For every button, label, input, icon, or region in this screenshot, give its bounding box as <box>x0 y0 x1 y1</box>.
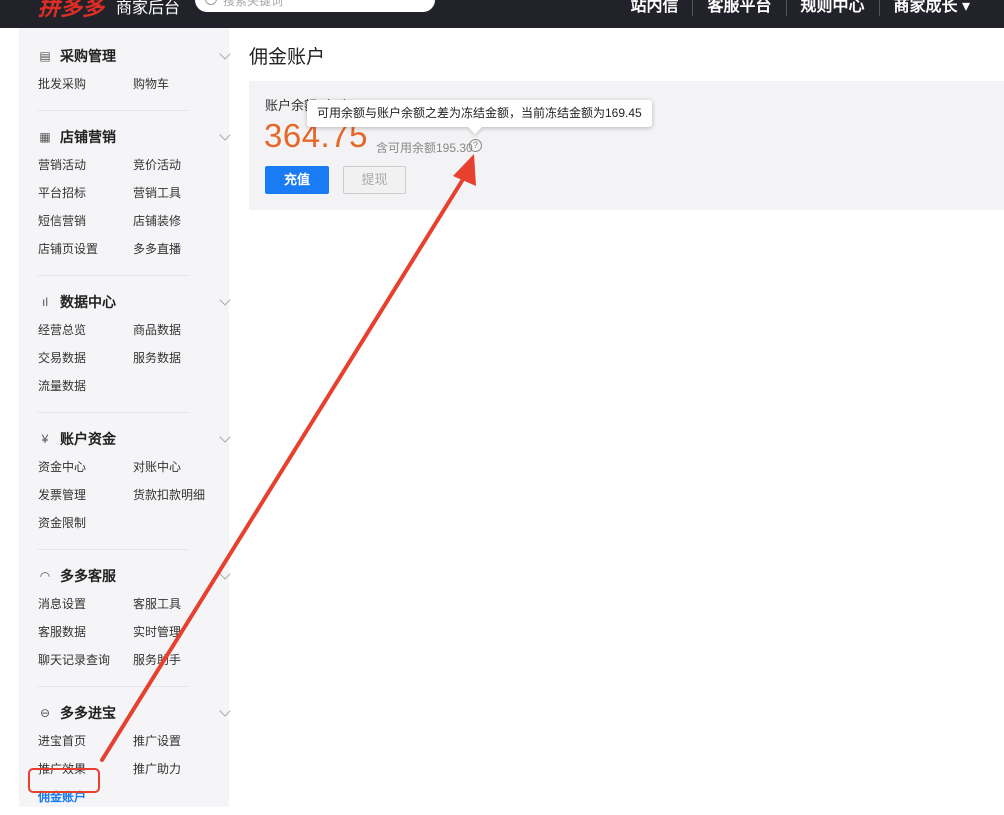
basket-icon: ⊖ <box>39 706 51 720</box>
sidebar-item[interactable]: 交易数据 <box>38 348 133 376</box>
search-input[interactable]: 搜索关键词 <box>223 0 283 9</box>
divider <box>38 275 188 276</box>
group-header[interactable]: ıl 数据中心 <box>38 284 231 320</box>
sidebar-item[interactable]: 店铺页设置 <box>38 239 133 267</box>
top-nav: 站内信 客服平台 规则中心 商家成长 ▾ <box>616 0 984 16</box>
available-balance-text: 含可用余额195.30 <box>376 141 473 155</box>
top-navigation-bar: 拼多多 商家后台 搜索关键词 站内信 客服平台 规则中心 商家成长 ▾ <box>0 0 1004 28</box>
group-title: 账户资金 <box>60 431 116 447</box>
purchase-icon: ▤ <box>39 49 51 63</box>
sidebar-group-account-funds: ¥ 账户资金 资金中心 对账中心 发票管理 货款扣款明细 资金限制 <box>19 421 231 541</box>
sidebar-group-duoduo-jinbao: ⊖ 多多进宝 进宝首页 推广设置 推广效果 推广助力 佣金账户 <box>19 695 231 815</box>
sidebar-group-purchase: ▤ 采购管理 批发采购 购物车 <box>19 38 231 102</box>
frozen-amount-tooltip: 可用余额与账户余额之差为冻结金额，当前冻结金额为169.45 <box>307 100 652 127</box>
chevron-down-icon[interactable] <box>219 568 231 580</box>
question-mark-icon[interactable]: ? <box>469 139 482 152</box>
chevron-down-icon[interactable] <box>219 431 231 443</box>
sidebar-group-marketing: ▦ 店铺营销 营销活动 竞价活动 平台招标 营销工具 短信营销 店铺装修 店铺页… <box>19 119 231 267</box>
chart-bars-icon: ıl <box>42 295 48 309</box>
sidebar-item[interactable]: 进宝首页 <box>38 731 133 759</box>
sidebar-item[interactable]: 服务助手 <box>133 650 228 678</box>
sidebar-item[interactable]: 客服数据 <box>38 622 133 650</box>
sidebar-item[interactable]: 聊天记录查询 <box>38 650 133 678</box>
group-title: 多多客服 <box>60 568 116 584</box>
sidebar-item[interactable]: 营销工具 <box>133 183 228 211</box>
divider <box>38 110 188 111</box>
group-title: 采购管理 <box>60 48 116 64</box>
sidebar-item[interactable]: 对账中心 <box>133 457 228 485</box>
group-header[interactable]: ¥ 账户资金 <box>38 421 231 457</box>
group-title: 店铺营销 <box>60 129 116 145</box>
brand-logo[interactable]: 拼多多 <box>38 0 104 22</box>
search-box[interactable]: 搜索关键词 <box>195 0 435 12</box>
divider <box>38 549 188 550</box>
sidebar: ▤ 采购管理 批发采购 购物车 ▦ 店铺营销 营销活动 竞价活动 平台招标 营销… <box>19 28 231 807</box>
sidebar-item[interactable]: 资金中心 <box>38 457 133 485</box>
page-title: 佣金账户 <box>249 47 326 68</box>
chevron-down-icon[interactable] <box>219 705 231 717</box>
sidebar-item[interactable]: 推广设置 <box>133 731 228 759</box>
group-header[interactable]: ▤ 采购管理 <box>38 38 231 74</box>
sidebar-item[interactable]: 多多直播 <box>133 239 228 267</box>
nav-rules-center[interactable]: 规则中心 <box>785 0 879 16</box>
withdraw-button[interactable]: 提现 <box>343 166 406 194</box>
sidebar-group-customer-service: ◠ 多多客服 消息设置 客服工具 客服数据 实时管理 聊天记录查询 服务助手 <box>19 558 231 678</box>
sidebar-item[interactable]: 推广助力 <box>133 759 228 787</box>
yen-circle-icon: ¥ <box>41 432 49 446</box>
divider <box>38 686 188 687</box>
group-title: 数据中心 <box>60 294 116 310</box>
sidebar-item[interactable]: 经营总览 <box>38 320 133 348</box>
divider <box>38 412 188 413</box>
sidebar-item[interactable]: 资金限制 <box>38 513 133 541</box>
chevron-down-icon[interactable] <box>219 294 231 306</box>
headset-icon: ◠ <box>39 569 51 583</box>
group-title: 多多进宝 <box>60 705 116 721</box>
group-header[interactable]: ⊖ 多多进宝 <box>38 695 231 731</box>
sidebar-item[interactable]: 流量数据 <box>38 376 133 404</box>
sidebar-item[interactable]: 平台招标 <box>38 183 133 211</box>
sidebar-item[interactable]: 服务数据 <box>133 348 228 376</box>
brand-subtitle: 商家后台 <box>116 0 181 17</box>
nav-merchant-growth[interactable]: 商家成长 ▾ <box>878 0 984 16</box>
sidebar-item[interactable]: 店铺装修 <box>133 211 228 239</box>
group-header[interactable]: ▦ 店铺营销 <box>38 119 231 155</box>
nav-inbox[interactable]: 站内信 <box>616 0 692 16</box>
nav-customer-service[interactable]: 客服平台 <box>692 0 785 16</box>
sidebar-item[interactable]: 货款扣款明细 <box>133 485 228 513</box>
recharge-button[interactable]: 充值 <box>265 166 329 194</box>
sidebar-item[interactable]: 短信营销 <box>38 211 133 239</box>
search-icon <box>205 0 217 5</box>
sidebar-item[interactable]: 消息设置 <box>38 594 133 622</box>
sidebar-item[interactable]: 竞价活动 <box>133 155 228 183</box>
sidebar-item[interactable]: 批发采购 <box>38 74 133 102</box>
group-header[interactable]: ◠ 多多客服 <box>38 558 231 594</box>
sidebar-item[interactable]: 商品数据 <box>133 320 228 348</box>
annotation-highlight-box <box>28 768 100 793</box>
sidebar-item[interactable]: 客服工具 <box>133 594 228 622</box>
sidebar-item[interactable]: 购物车 <box>133 74 228 102</box>
sidebar-group-data-center: ıl 数据中心 经营总览 商品数据 交易数据 服务数据 流量数据 <box>19 284 231 404</box>
calendar-icon: ▦ <box>39 130 51 144</box>
sidebar-item[interactable]: 营销活动 <box>38 155 133 183</box>
sidebar-item[interactable]: 实时管理 <box>133 622 228 650</box>
sidebar-item[interactable]: 发票管理 <box>38 485 133 513</box>
chevron-down-icon[interactable] <box>219 129 231 141</box>
chevron-down-icon[interactable] <box>219 48 231 60</box>
